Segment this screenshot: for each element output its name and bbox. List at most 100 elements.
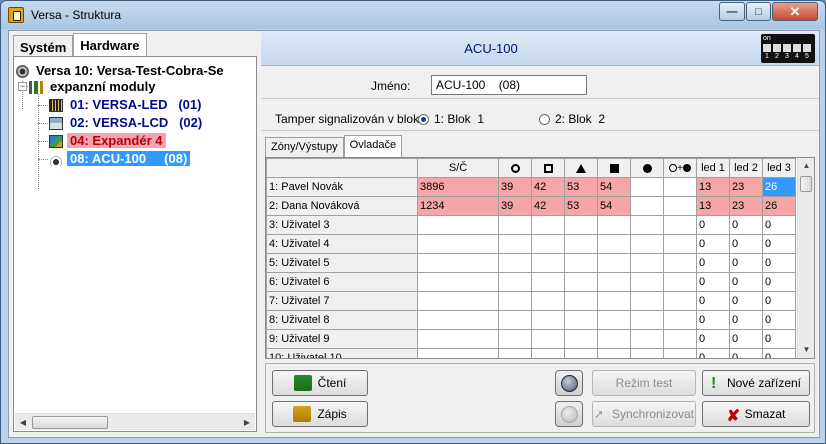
tab-system[interactable]: Systém [13, 35, 74, 57]
table-row[interactable]: 3: Uživatel 3000 [266, 215, 796, 235]
cell-sn[interactable] [417, 215, 499, 235]
cell-l1[interactable]: 0 [696, 253, 730, 273]
cell-b2[interactable] [531, 348, 565, 358]
cell-b4[interactable] [597, 272, 631, 292]
cell-l1[interactable]: 0 [696, 310, 730, 330]
cell-b4[interactable] [597, 310, 631, 330]
user-name-cell[interactable]: 1: Pavel Novák [266, 177, 418, 197]
radio-block-1[interactable]: 1: Blok 1 [418, 112, 484, 126]
cell-sn[interactable]: 1234 [417, 196, 499, 216]
cell-b4[interactable]: 54 [597, 177, 631, 197]
cell-sn[interactable] [417, 329, 499, 349]
cell-b3[interactable] [564, 234, 598, 254]
tree-node-acu-100[interactable]: 08: ACU-100 (08) [49, 150, 191, 167]
tree-root[interactable]: Versa 10: Versa-Test-Cobra-Se [16, 62, 227, 79]
cell-l1[interactable]: 0 [696, 272, 730, 292]
cell-b1[interactable] [498, 329, 532, 349]
table-row[interactable]: 8: Uživatel 8000 [266, 310, 796, 330]
cell-b4[interactable] [597, 215, 631, 235]
table-row[interactable]: 1: Pavel Novák 3896 39 42 53 54 13 23 26 [266, 177, 796, 197]
cell-l3[interactable]: 26 [762, 196, 796, 216]
cell-l1[interactable]: 0 [696, 329, 730, 349]
cell-b2[interactable]: 42 [531, 177, 565, 197]
user-name-cell[interactable]: 4: Uživatel 4 [266, 234, 418, 254]
cell-l3[interactable]: 26 [762, 177, 796, 197]
table-row[interactable]: 9: Uživatel 9000 [266, 329, 796, 349]
cell-l3[interactable]: 0 [762, 329, 796, 349]
cell-b5[interactable] [630, 348, 664, 358]
cell-b1[interactable] [498, 253, 532, 273]
cell-b1[interactable] [498, 291, 532, 311]
table-row[interactable]: 2: Dana Nováková 1234 39 42 53 54 13 23 26 [266, 196, 796, 216]
cell-l1[interactable]: 0 [696, 234, 730, 254]
cell-b2[interactable] [531, 215, 565, 235]
minimize-button[interactable]: — [719, 2, 745, 21]
user-name-cell[interactable]: 9: Uživatel 9 [266, 329, 418, 349]
cell-b6[interactable] [663, 272, 697, 292]
tree-node-expander-4[interactable]: 04: Expandér 4 [49, 132, 166, 149]
cell-sn[interactable]: 3896 [417, 177, 499, 197]
cell-sn[interactable] [417, 291, 499, 311]
cell-b1[interactable]: 39 [498, 177, 532, 197]
user-name-cell[interactable]: 8: Uživatel 8 [266, 310, 418, 330]
cell-l1[interactable]: 0 [696, 291, 730, 311]
radio-block-2[interactable]: 2: Blok 2 [539, 112, 605, 126]
cell-b3[interactable] [564, 272, 598, 292]
cell-l2[interactable]: 0 [729, 329, 763, 349]
sync-indicator[interactable] [555, 401, 583, 427]
cell-sn[interactable] [417, 234, 499, 254]
cell-b2[interactable] [531, 310, 565, 330]
cell-b5[interactable] [630, 215, 664, 235]
cell-l1[interactable]: 13 [696, 196, 730, 216]
user-name-cell[interactable]: 5: Uživatel 5 [266, 253, 418, 273]
test-mode-button[interactable]: Režim test [592, 370, 696, 396]
tree-node-versa-lcd[interactable]: 02: VERSA-LCD (02) [49, 114, 205, 131]
cell-l2[interactable]: 0 [729, 234, 763, 254]
cell-l2[interactable]: 23 [729, 196, 763, 216]
write-button[interactable]: Zápis [272, 401, 368, 427]
cell-l3[interactable]: 0 [762, 310, 796, 330]
cell-b6[interactable] [663, 291, 697, 311]
cell-l2[interactable]: 0 [729, 348, 763, 358]
cell-l3[interactable]: 0 [762, 291, 796, 311]
cell-b5[interactable] [630, 291, 664, 311]
cell-b6[interactable] [663, 215, 697, 235]
cell-l2[interactable]: 0 [729, 291, 763, 311]
scroll-down-icon[interactable]: ▼ [800, 343, 813, 357]
cell-l1[interactable]: 0 [696, 348, 730, 358]
cell-b3[interactable]: 53 [564, 196, 598, 216]
cell-l2[interactable]: 0 [729, 310, 763, 330]
cell-b4[interactable] [597, 348, 631, 358]
cell-l2[interactable]: 0 [729, 215, 763, 235]
cell-b6[interactable] [663, 329, 697, 349]
cell-b6[interactable] [663, 177, 697, 197]
cell-l3[interactable]: 0 [762, 215, 796, 235]
cell-b1[interactable]: 39 [498, 196, 532, 216]
cell-b5[interactable] [630, 196, 664, 216]
cell-b1[interactable] [498, 215, 532, 235]
cell-b2[interactable] [531, 253, 565, 273]
cell-b1[interactable] [498, 348, 532, 358]
cell-l2[interactable]: 0 [729, 253, 763, 273]
cell-l3[interactable]: 0 [762, 348, 796, 358]
cell-b5[interactable] [630, 329, 664, 349]
grid-scroll-thumb[interactable] [800, 176, 812, 192]
delete-button[interactable]: ✘ Smazat [702, 401, 810, 427]
table-row[interactable]: 7: Uživatel 7000 [266, 291, 796, 311]
cell-b3[interactable]: 53 [564, 177, 598, 197]
scroll-up-icon[interactable]: ▲ [800, 159, 813, 173]
collapse-icon[interactable]: − [18, 82, 27, 91]
table-row[interactable]: 4: Uživatel 4000 [266, 234, 796, 254]
cell-sn[interactable] [417, 310, 499, 330]
cell-b2[interactable]: 42 [531, 196, 565, 216]
new-device-button[interactable]: ! Nové zařízení [702, 370, 810, 396]
cell-b6[interactable] [663, 234, 697, 254]
cell-b2[interactable] [531, 329, 565, 349]
user-name-cell[interactable]: 10: Uživatel 10 [266, 348, 418, 358]
cell-b3[interactable] [564, 215, 598, 235]
cell-sn[interactable] [417, 348, 499, 358]
tree-node-expansion-modules[interactable]: expanzní moduly [29, 78, 158, 95]
user-name-cell[interactable]: 7: Uživatel 7 [266, 291, 418, 311]
tab-hardware[interactable]: Hardware [73, 33, 147, 57]
tree-horizontal-scrollbar[interactable]: ◀ ▶ [15, 413, 255, 430]
